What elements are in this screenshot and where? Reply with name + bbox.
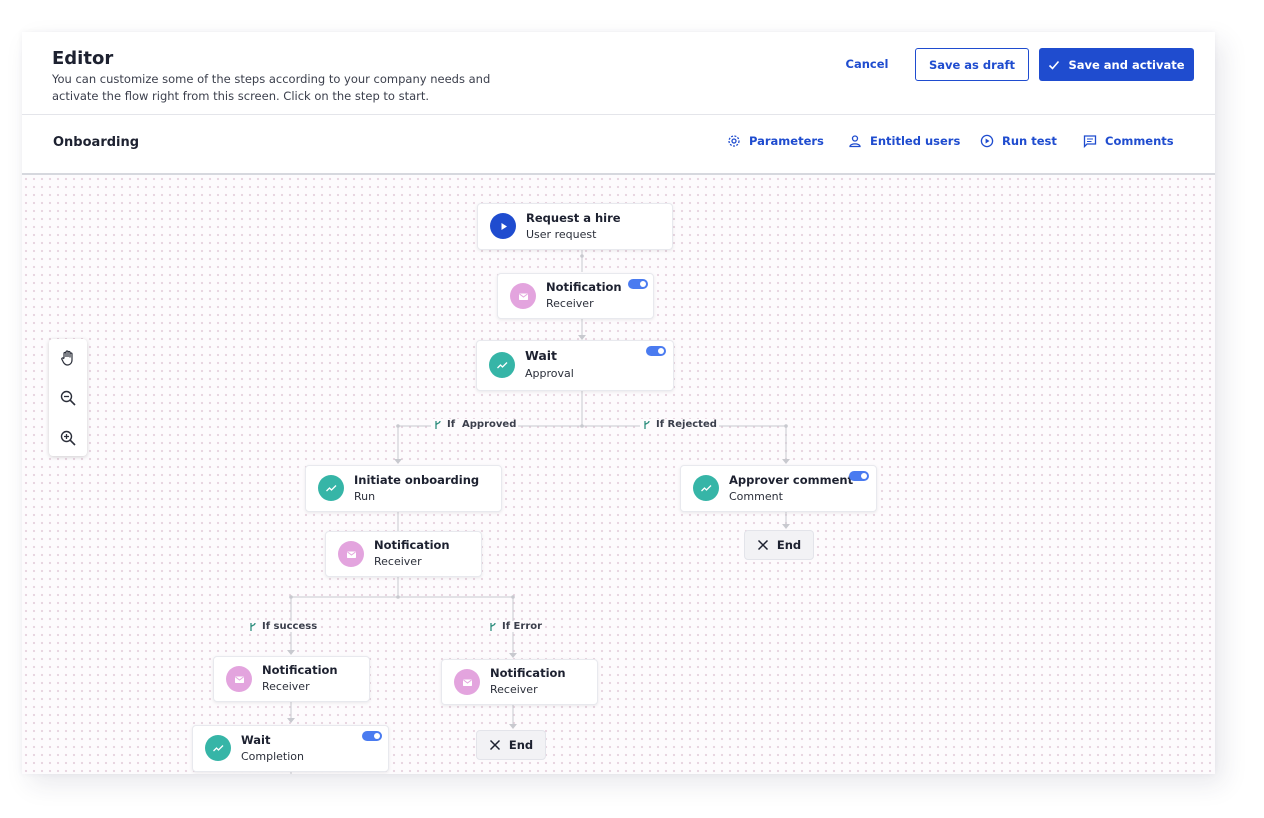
branch-icon bbox=[435, 420, 441, 429]
step-title: Request a hire bbox=[526, 211, 621, 225]
cancel-button[interactable]: Cancel bbox=[832, 48, 902, 80]
gear-icon bbox=[728, 135, 740, 147]
step-subtitle: Receiver bbox=[546, 297, 594, 310]
zoom-in-icon bbox=[60, 430, 76, 446]
play-circle-icon bbox=[980, 134, 994, 148]
step-title: Notification bbox=[490, 666, 566, 680]
step-request-hire[interactable]: Request a hire User request bbox=[477, 203, 673, 250]
step-wait-completion[interactable]: Wait Completion bbox=[192, 725, 389, 772]
save-draft-button[interactable]: Save as draft bbox=[915, 48, 1029, 81]
branch-label-text: If success bbox=[262, 621, 318, 632]
mail-icon bbox=[338, 541, 364, 567]
step-notification[interactable]: Notification Receiver bbox=[441, 659, 598, 705]
branch-if-success: If success bbox=[246, 621, 320, 632]
step-enabled-toggle[interactable] bbox=[646, 346, 666, 356]
step-notification[interactable]: Notification Receiver bbox=[325, 531, 482, 577]
entitled-users-label: Entitled users bbox=[870, 134, 961, 148]
trend-icon bbox=[693, 475, 719, 501]
user-icon bbox=[849, 135, 861, 148]
save-activate-button[interactable]: Save and activate bbox=[1039, 48, 1194, 81]
mail-icon bbox=[454, 669, 480, 695]
step-wait-approval[interactable]: Wait Approval bbox=[476, 340, 674, 391]
zoom-out-icon bbox=[60, 390, 76, 406]
step-subtitle: Receiver bbox=[262, 680, 310, 693]
step-title: Notification bbox=[262, 663, 338, 677]
page-title: Editor bbox=[52, 48, 114, 69]
step-enabled-toggle[interactable] bbox=[362, 731, 382, 741]
step-subtitle: Approval bbox=[525, 367, 574, 380]
step-enabled-toggle[interactable] bbox=[849, 471, 869, 481]
run-test-label: Run test bbox=[1002, 134, 1057, 148]
end-label: End bbox=[776, 538, 802, 552]
step-title: Notification bbox=[374, 538, 450, 552]
branch-icon bbox=[250, 622, 256, 631]
step-approver-comment[interactable]: Approver comment Comment bbox=[680, 465, 877, 512]
step-subtitle: Receiver bbox=[374, 555, 422, 568]
step-title: Notification bbox=[546, 280, 622, 294]
branch-label-text: If Approved bbox=[447, 419, 517, 430]
branch-label-text: If Error bbox=[502, 621, 543, 632]
branch-icon bbox=[644, 420, 650, 429]
parameters-label: Parameters bbox=[749, 134, 824, 148]
step-subtitle: Completion bbox=[241, 750, 305, 763]
branch-if-rejected: If Rejected bbox=[640, 419, 719, 430]
branch-if-approved: If Approved bbox=[431, 419, 519, 430]
step-end[interactable]: End bbox=[744, 530, 814, 560]
editor-window: Editor You can customize some of the ste… bbox=[22, 32, 1215, 774]
play-icon bbox=[490, 213, 516, 239]
branch-icon bbox=[490, 622, 496, 631]
branch-label-text: If Rejected bbox=[656, 419, 717, 430]
hand-icon bbox=[61, 350, 73, 366]
step-initiate-onboarding[interactable]: Initiate onboarding Run bbox=[305, 465, 502, 512]
comments-button[interactable]: Comments bbox=[1083, 134, 1174, 148]
step-end[interactable]: End bbox=[476, 730, 546, 760]
parameters-button[interactable]: Parameters bbox=[727, 134, 824, 148]
entitled-users-button[interactable]: Entitled users bbox=[848, 134, 960, 148]
pan-tool-button[interactable] bbox=[57, 347, 79, 369]
comment-icon bbox=[1083, 135, 1097, 148]
check-icon bbox=[1049, 60, 1060, 70]
flow-canvas[interactable]: Request a hire User request Notification… bbox=[22, 175, 1215, 774]
step-title: Initiate onboarding bbox=[354, 473, 480, 487]
step-notification[interactable]: Notification Receiver bbox=[497, 273, 654, 319]
step-notification[interactable]: Notification Receiver bbox=[213, 656, 370, 702]
close-icon bbox=[489, 739, 500, 751]
step-title: Approver comment bbox=[729, 473, 854, 487]
end-label: End bbox=[508, 738, 534, 752]
trend-icon bbox=[489, 352, 515, 378]
comments-label: Comments bbox=[1105, 134, 1174, 148]
mail-icon bbox=[226, 666, 252, 692]
close-icon bbox=[757, 539, 768, 551]
page-subtitle: You can customize some of the steps acco… bbox=[52, 72, 491, 103]
zoom-in-button[interactable] bbox=[57, 427, 79, 449]
step-subtitle: Run bbox=[354, 490, 376, 503]
flow-toolbar: Onboarding Parameters Entitled users Run… bbox=[22, 115, 1215, 175]
zoom-out-button[interactable] bbox=[57, 387, 79, 409]
save-activate-label: Save and activate bbox=[1068, 57, 1185, 72]
editor-header: Editor You can customize some of the ste… bbox=[22, 32, 1215, 115]
step-enabled-toggle[interactable] bbox=[628, 279, 648, 289]
step-subtitle: User request bbox=[526, 228, 597, 241]
branch-if-error: If Error bbox=[486, 621, 545, 632]
flow-name: Onboarding bbox=[53, 135, 140, 150]
trend-icon bbox=[205, 735, 231, 761]
trend-icon bbox=[318, 475, 344, 501]
mail-icon bbox=[510, 283, 536, 309]
step-title: Wait bbox=[241, 733, 271, 747]
step-subtitle: Comment bbox=[729, 490, 783, 503]
step-subtitle: Receiver bbox=[490, 683, 538, 696]
step-title: Wait bbox=[525, 348, 558, 363]
connector-lines bbox=[287, 249, 790, 774]
run-test-button[interactable]: Run test bbox=[980, 134, 1057, 148]
canvas-controls bbox=[49, 339, 87, 456]
